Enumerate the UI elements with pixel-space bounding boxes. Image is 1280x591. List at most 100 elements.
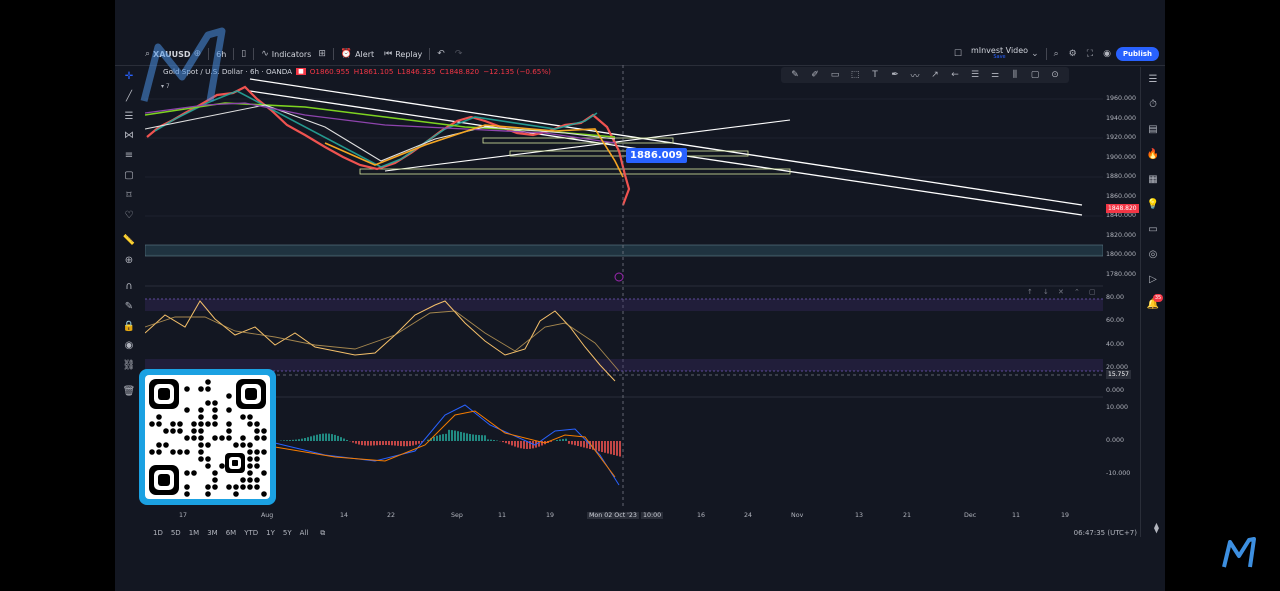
price-callout[interactable]: 1886.009 xyxy=(626,148,687,163)
close-pane-icon: ✕ xyxy=(1058,288,1064,296)
macd-bar xyxy=(508,441,510,445)
macd-bar xyxy=(379,441,381,446)
maximize-icon: ▢ xyxy=(1089,288,1096,296)
right-widget-bar: ☰ ⏱ ▤ 🔥 ▦ 💡 ▭ ◎ ▷ 🔔 35 xyxy=(1140,67,1165,537)
crosshair-icon[interactable]: ✛ xyxy=(125,67,133,87)
snapshot-button[interactable]: ◉ xyxy=(1098,43,1116,65)
replay-button[interactable]: ⏮ Replay xyxy=(379,43,427,65)
rsi-value-tag: 15.757 xyxy=(1106,370,1131,379)
data-window-icon[interactable]: ▤ xyxy=(1148,117,1157,142)
divider xyxy=(332,48,334,60)
move-down-icon: ↓ xyxy=(1043,288,1049,296)
macd-bar xyxy=(451,430,453,441)
ruler-icon[interactable]: 📏 xyxy=(123,231,135,251)
candles-icon: ▯ xyxy=(241,49,247,59)
settings-button[interactable]: ⚙ xyxy=(1064,43,1082,65)
macd-bar xyxy=(514,441,516,447)
ideas-icon[interactable]: 💡 xyxy=(1147,192,1159,217)
range-1d[interactable]: 1D xyxy=(149,529,167,537)
link-icon[interactable]: ⛓ xyxy=(123,356,136,376)
macd-bar xyxy=(406,441,408,447)
macd-bar xyxy=(454,430,456,441)
calendar-icon[interactable]: ▦ xyxy=(1148,167,1157,192)
range-3m[interactable]: 3M xyxy=(203,529,222,537)
alerts-clock-icon[interactable]: ⏱ xyxy=(1149,92,1157,117)
macd-bar xyxy=(460,431,462,441)
fib-icon[interactable]: ☰ xyxy=(125,107,134,127)
range-1m[interactable]: 1M xyxy=(185,529,204,537)
replay-play-icon[interactable]: ▷ xyxy=(1149,267,1157,292)
redo-icon: ↷ xyxy=(454,49,463,59)
streams-icon[interactable]: ◎ xyxy=(1149,242,1158,267)
hotlists-icon[interactable]: 🔥 xyxy=(1147,142,1159,167)
publish-button[interactable]: Publish xyxy=(1115,47,1159,61)
quick-search-button[interactable]: ⌕ xyxy=(1049,43,1064,65)
chart-type-button[interactable]: ▯ xyxy=(236,43,251,65)
redo-button[interactable]: ↷ xyxy=(450,43,468,65)
trash-icon[interactable]: 🗑 xyxy=(123,382,136,402)
macd-bar xyxy=(397,441,399,446)
macd-bar xyxy=(346,439,348,441)
macd-bar xyxy=(517,441,519,448)
macd-bar xyxy=(361,441,363,446)
range-ytd[interactable]: YTD xyxy=(240,529,262,537)
macd-bar xyxy=(556,440,558,441)
macd-bar xyxy=(436,435,438,441)
grid xyxy=(145,98,1103,256)
macd-bar xyxy=(565,438,567,441)
collapse-icon: ⌃ xyxy=(1074,288,1080,296)
heart-icon[interactable]: ♡ xyxy=(125,206,134,226)
macd-bar xyxy=(292,439,294,441)
prediction-icon[interactable]: ≡ xyxy=(125,146,133,166)
layout-menu[interactable]: ☐ mInvest Video Save ⌄ xyxy=(949,43,1044,65)
range-5y[interactable]: 5Y xyxy=(279,529,296,537)
magnet-icon[interactable]: ∩ xyxy=(125,277,132,297)
macd-tick: 0.000 xyxy=(1106,437,1125,444)
chat-icon[interactable]: ▭ xyxy=(1148,217,1157,242)
macd-bar xyxy=(457,431,459,441)
goto-date-icon[interactable]: ⧉ xyxy=(320,529,325,538)
layout-name: mInvest Video xyxy=(970,46,1029,55)
price-scale[interactable]: 1960.000 1940.000 1920.000 1900.000 1880.000… xyxy=(1103,65,1141,509)
macd-bar xyxy=(355,441,357,444)
lock-icon[interactable]: 🔒 xyxy=(123,317,135,337)
macd-bar xyxy=(478,435,480,441)
macd-bar xyxy=(445,433,447,441)
shapes-icon[interactable]: ▢ xyxy=(124,166,133,186)
fullscreen-button[interactable]: ⛶ xyxy=(1082,43,1098,65)
templates-icon[interactable]: ⊞ xyxy=(318,49,326,59)
qr-code[interactable] xyxy=(139,369,276,505)
trend-line-icon[interactable]: ╱ xyxy=(126,87,132,107)
undo-button[interactable]: ↶ xyxy=(432,43,450,65)
indicators-button[interactable]: ∿ Indicators ⊞ xyxy=(256,43,331,65)
range-1y[interactable]: 1Y xyxy=(262,529,279,537)
macd-bar xyxy=(583,441,585,448)
clock[interactable]: 06:47:35 (UTC+7) xyxy=(1074,529,1137,537)
zoom-in-icon[interactable]: ⊕ xyxy=(125,251,133,271)
range-6m[interactable]: 6M xyxy=(222,529,241,537)
notifications-badge: 35 xyxy=(1152,294,1164,302)
notifications-icon[interactable]: 🔔 35 xyxy=(1147,292,1164,317)
rsi-tick: 0.000 xyxy=(1106,387,1125,394)
watchlist-icon[interactable]: ☰ xyxy=(1149,67,1158,92)
eye-icon[interactable]: ◉ xyxy=(125,336,134,356)
range-5d[interactable]: 5D xyxy=(167,529,185,537)
macd-bar xyxy=(403,441,405,447)
macd-bar xyxy=(412,441,414,446)
chart-canvas[interactable]: ↑ ↓ ✕ ⌃ ▢ xyxy=(145,65,1103,509)
time-axis[interactable]: 17 Aug 14 22 Sep 11 19 Mon 02 Oct '23 10:00 16 24 N… xyxy=(145,509,1103,523)
pattern-icon[interactable]: ⋈ xyxy=(124,126,134,146)
indicators-label: Indicators xyxy=(271,49,312,59)
alert-button[interactable]: ⏰ Alert xyxy=(336,43,379,65)
macd-bar xyxy=(343,438,345,441)
layers-icon[interactable]: ⧫ xyxy=(1154,523,1159,534)
time-tick: 19 xyxy=(546,512,555,519)
fullscreen-icon: ⛶ xyxy=(1086,49,1094,59)
cursor-marker xyxy=(614,272,624,282)
annotation-icon[interactable]: ⌑ xyxy=(126,186,131,206)
range-selector: 1D 5D 1M 3M 6M YTD 1Y 5Y All xyxy=(115,529,312,537)
stay-drawing-icon[interactable]: ✎ xyxy=(125,297,133,317)
macd-bar xyxy=(301,438,303,441)
signal-line xyxy=(274,410,616,478)
range-all[interactable]: All xyxy=(296,529,313,537)
